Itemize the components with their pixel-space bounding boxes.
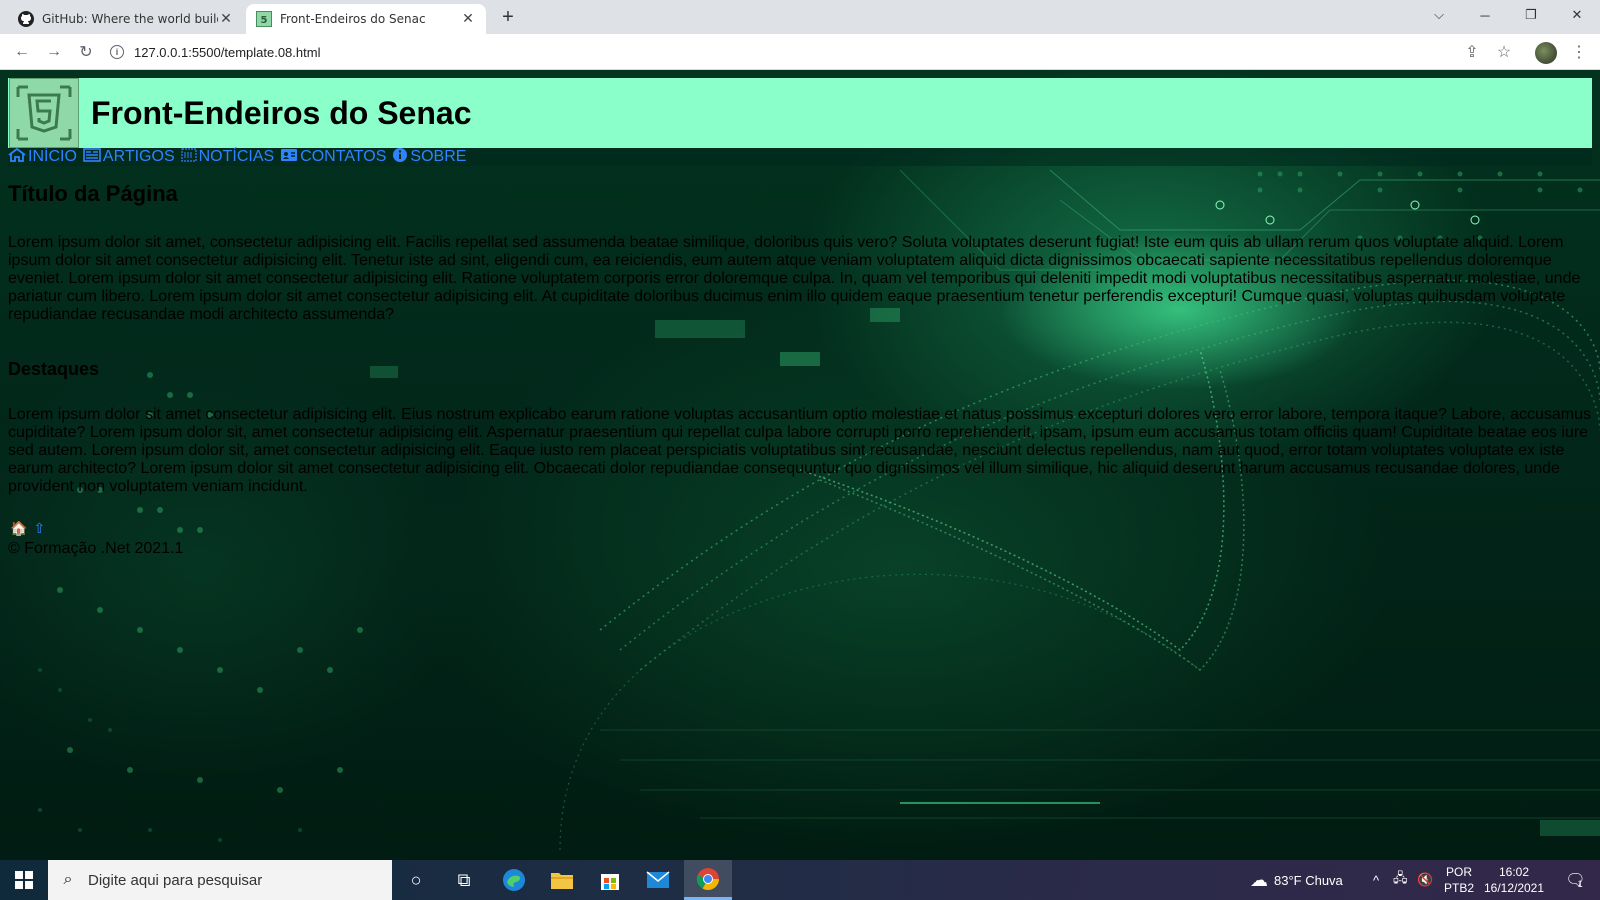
main-menu: INÍCIO ARTIGOS NOTÍCIAS CONTATOS SOBRE [8,147,1592,168]
close-window-button[interactable]: ✕ [1554,0,1600,30]
volume-muted-icon[interactable]: 🔇 [1417,860,1433,900]
menu-item-contatos[interactable]: CONTATOS [280,148,386,167]
close-tab-icon[interactable]: ✕ [460,11,476,27]
weather-widget[interactable]: ☁ 83°F Chuva [1250,860,1343,900]
page-viewport: Front-Endeiros do Senac INÍCIO ARTIGOS N… [0,70,1600,860]
info-icon [392,147,408,168]
intro-paragraph: Lorem ipsum dolor sit amet, consectetur … [8,234,1581,323]
site-info-icon[interactable]: i [110,45,124,59]
mail-icon[interactable] [634,860,682,900]
highlights-heading: Destaques [8,359,100,379]
back-arrow-icon[interactable]: ← [10,40,34,64]
news-icon [181,147,197,167]
page-title: Título da Página [8,181,178,206]
copyright-text: © Formação .Net 2021.1 [8,540,184,557]
new-tab-button[interactable]: + [496,6,520,29]
windows-taskbar: ⌕ Digite aqui para pesquisar ○ ⧉ ☁ 83°F … [0,860,1600,900]
share-icon[interactable]: ⇪ [1460,40,1484,64]
windows-logo-icon [15,871,33,889]
contact-card-icon [280,148,298,167]
github-icon [18,11,34,27]
reload-icon[interactable]: ↻ [74,40,98,64]
newspaper-icon [83,147,101,167]
browser-toolbar: ← → ↻ i 127.0.0.1:5500/template.08.html … [0,34,1600,70]
clock-date: 16/12/2021 [1483,881,1545,895]
taskbar-search-box[interactable]: ⌕ Digite aqui para pesquisar [48,860,392,900]
notification-count: 1 [1577,879,1583,889]
home-icon [8,147,26,167]
tray-chevron-icon[interactable]: ^ [1373,860,1379,900]
menu-item-artigos[interactable]: ARTIGOS [83,147,175,167]
maximize-button[interactable]: ❐ [1508,0,1554,30]
search-icon: ⌕ [63,871,73,888]
minimize-button[interactable]: ─ [1462,0,1508,30]
tab-title: Front-Endeiros do Senac [280,12,426,26]
forward-arrow-icon[interactable]: → [42,40,66,64]
home-footer-icon[interactable]: 🏠 [10,520,27,537]
site-title: Front-Endeiros do Senac [91,94,472,131]
menu-kebab-icon[interactable]: ⋮ [1567,40,1591,64]
network-icon[interactable]: 🖧 [1393,860,1408,900]
highlights-paragraph: Lorem ipsum dolor sit amet consectetur a… [8,406,1592,495]
tab-title: GitHub: Where the world builds s [42,12,218,26]
input-language[interactable]: POR PTB2 [1444,860,1474,900]
tab-github[interactable]: GitHub: Where the world builds s ✕ [8,4,244,34]
menu-item-inicio[interactable]: INÍCIO [8,147,77,167]
menu-item-label: SOBRE [410,148,467,165]
cortana-icon[interactable]: ○ [392,860,440,900]
tab-search-icon[interactable]: ⌵ [1416,0,1462,30]
url-text: 127.0.0.1:5500/template.08.html [134,44,321,60]
tab-front-endeiros[interactable]: 5 Front-Endeiros do Senac ✕ [246,4,486,34]
language-code: POR [1446,865,1473,879]
menu-item-label: CONTATOS [300,148,387,165]
clock-time: 16:02 [1498,865,1530,879]
main-content: Título da Página Lorem ipsum dolor sit a… [8,180,1592,496]
bookmark-star-icon[interactable]: ☆ [1492,40,1516,64]
footer-icons: 🏠 ⇧ [10,520,45,537]
edge-browser-icon[interactable] [490,860,538,900]
weather-text: 83°F Chuva [1274,872,1343,888]
html5-logo-icon [9,78,79,148]
chrome-browser-icon[interactable] [684,860,732,900]
windows-start-button[interactable] [0,860,48,900]
keyboard-layout: PTB2 [1444,881,1475,895]
site-header: Front-Endeiros do Senac [8,78,1592,148]
clock[interactable]: 16:02 16/12/2021 [1484,860,1544,900]
menu-item-noticias[interactable]: NOTÍCIAS [181,147,275,167]
back-to-top-icon[interactable]: ⇧ [33,520,45,537]
menu-item-label: INÍCIO [28,148,77,165]
menu-item-sobre[interactable]: SOBRE [392,147,466,168]
file-explorer-icon[interactable] [538,860,586,900]
menu-item-label: NOTÍCIAS [198,148,275,165]
html5-icon: 5 [256,11,272,27]
close-tab-icon[interactable]: ✕ [218,11,234,27]
rain-cloud-icon: ☁ [1250,869,1268,890]
task-view-icon[interactable]: ⧉ [440,860,488,900]
profile-avatar[interactable] [1535,42,1557,64]
microsoft-store-icon[interactable] [586,860,634,900]
search-placeholder: Digite aqui para pesquisar [88,871,263,889]
browser-tab-strip: GitHub: Where the world builds s ✕ 5 Fro… [0,0,1600,34]
menu-item-label: ARTIGOS [102,148,175,165]
svg-text:5: 5 [261,15,268,26]
address-bar[interactable]: i 127.0.0.1:5500/template.08.html [110,40,320,64]
notification-center-icon[interactable]: 🗨 1 [1556,860,1592,900]
